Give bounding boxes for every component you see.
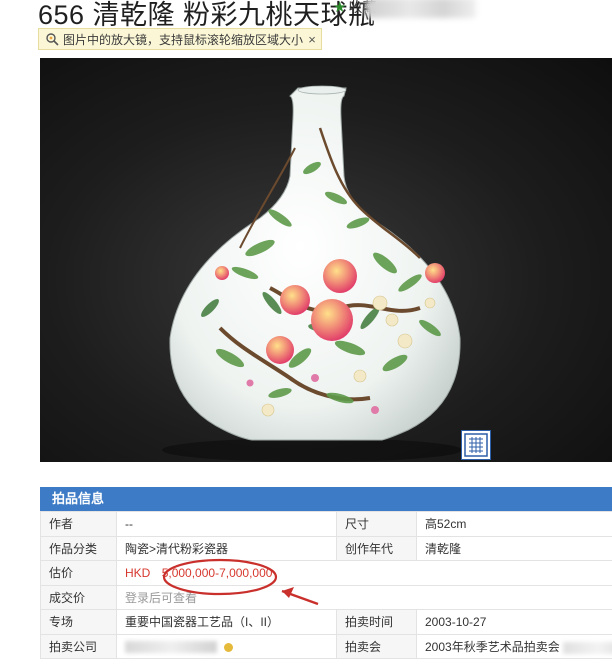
star-icon: ★: [333, 0, 347, 16]
auction-name: 2003年秋季艺术品拍卖会: [425, 639, 560, 654]
category-label: 作品分类: [40, 535, 117, 561]
badge-icon: [224, 642, 234, 652]
estimate-currency: HKD: [125, 565, 151, 580]
size-value: 高52cm: [416, 511, 612, 537]
company-label: 拍卖公司: [40, 633, 117, 659]
auction-date-label: 拍卖时间: [336, 609, 417, 635]
table-row: 拍卖公司 拍卖会 2003年秋季艺术品拍卖会: [40, 633, 612, 659]
magnifier-icon: [46, 33, 59, 46]
deal-price-label: 成交价: [40, 584, 117, 610]
table-row: 估价 HKD 5,000,000-7,000,000: [40, 560, 612, 586]
estimate-label: 估价: [40, 560, 117, 586]
author-value: --: [116, 511, 337, 537]
seal-mark: [461, 430, 491, 460]
category-link[interactable]: 陶瓷>清代粉彩瓷器: [116, 535, 337, 561]
blurred-company-name: [125, 641, 217, 654]
auction-date-value: 2003-10-27: [416, 609, 612, 635]
estimate-value: 5,000,000-7,000,000: [161, 565, 273, 580]
size-label: 尺寸: [336, 511, 417, 537]
blurred-region: [563, 641, 612, 654]
deal-price-login-link[interactable]: 登录后可查看: [116, 584, 612, 610]
vase-illustration: [162, 85, 462, 462]
table-row: 作者 -- 尺寸 高52cm: [40, 511, 612, 537]
close-icon[interactable]: ×: [303, 32, 321, 47]
author-label: 作者: [40, 511, 117, 537]
auction-value[interactable]: 2003年秋季艺术品拍卖会: [416, 633, 612, 659]
section-header: 拍品信息: [40, 487, 612, 511]
artwork-image[interactable]: [40, 58, 612, 462]
estimate-cell: HKD 5,000,000-7,000,000: [116, 560, 612, 586]
tip-text: 图片中的放大镜，支持鼠标滚轮缩放区域大小: [63, 32, 303, 47]
company-value[interactable]: [116, 633, 337, 659]
magnifier-tip: 图片中的放大镜，支持鼠标滚轮缩放区域大小 ×: [38, 28, 322, 50]
lot-info-panel: 拍品信息 作者 -- 尺寸 高52cm 作品分类 陶瓷>清代粉彩瓷器 创作年代 …: [40, 487, 612, 669]
table-row: 成交价 登录后可查看: [40, 584, 612, 610]
session-label: 专场: [40, 609, 117, 635]
lot-info-table: 作者 -- 尺寸 高52cm 作品分类 陶瓷>清代粉彩瓷器 创作年代 清乾隆 估…: [40, 511, 612, 659]
blurred-region: [366, 0, 476, 18]
table-row: 专场 重要中国瓷器工艺品（I、II） 拍卖时间 2003-10-27: [40, 609, 612, 635]
year-label: 创作年代: [336, 535, 417, 561]
table-row: 作品分类 陶瓷>清代粉彩瓷器 创作年代 清乾隆: [40, 535, 612, 561]
year-value: 清乾隆: [416, 535, 612, 561]
session-link[interactable]: 重要中国瓷器工艺品（I、II）: [116, 609, 337, 635]
auction-label: 拍卖会: [336, 633, 417, 659]
